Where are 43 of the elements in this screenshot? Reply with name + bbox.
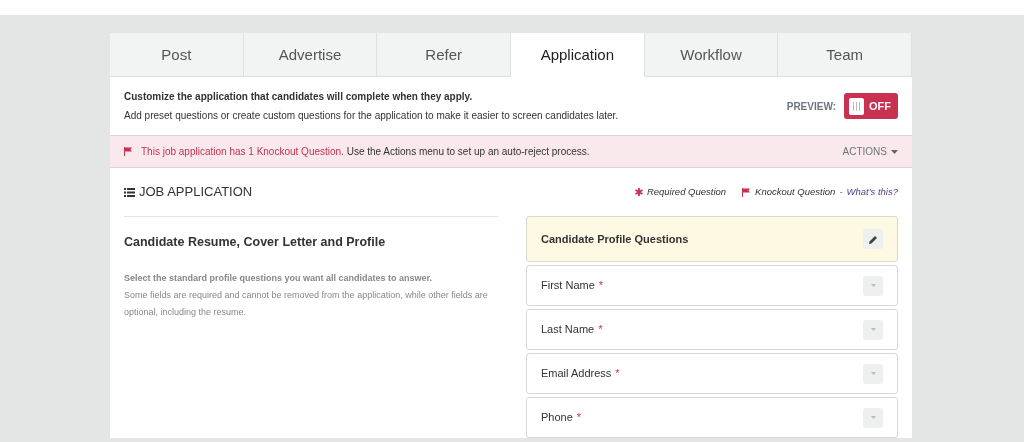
list-icon xyxy=(124,187,135,197)
dropdown-button[interactable] xyxy=(863,407,883,428)
caret-icon xyxy=(870,416,876,419)
preview-toggle[interactable]: OFF xyxy=(844,93,898,119)
question-row[interactable]: Phone * xyxy=(526,397,898,438)
intro-title: Customize the application that candidates will complete when they apply. xyxy=(124,90,474,104)
question-label: Phone * xyxy=(541,410,582,426)
tab[interactable]: Post xyxy=(110,33,244,77)
tab[interactable]: Team xyxy=(778,33,913,77)
preview-label: PREVIEW: xyxy=(786,99,836,114)
section-heading: Candidate Resume, Cover Letter and Profile xyxy=(124,234,387,251)
alert-message: This job application has 1 Knockout Question. Use the Actions menu to set up an auto-reject process. xyxy=(141,145,590,159)
caret-icon xyxy=(870,372,876,375)
legend-label: Required Question xyxy=(646,184,727,199)
legend-label: Knockout Question xyxy=(755,184,836,199)
actions-menu[interactable]: ACTIONS xyxy=(842,144,898,159)
question-row[interactable]: First Name * xyxy=(526,265,898,306)
caret-icon xyxy=(891,149,898,154)
intro-text: Add preset questions or create custom questions for the application to make it easier to screen candidates later. xyxy=(124,109,619,123)
dropdown-button[interactable] xyxy=(863,363,883,384)
dropdown-button[interactable] xyxy=(863,319,883,340)
caret-icon xyxy=(870,328,876,331)
question-label: Last Name * xyxy=(541,322,603,338)
dropdown-button[interactable] xyxy=(863,275,883,296)
question-label: First Name * xyxy=(541,278,604,294)
asterisk-icon xyxy=(634,188,643,196)
question-row[interactable]: Email Address * xyxy=(526,353,898,394)
flag-icon xyxy=(124,147,133,156)
flag-icon xyxy=(742,187,752,197)
instruction-text: Select the standard profile questions you want all candidates to answer. xyxy=(124,271,434,285)
help-text: Some fields are required and cannot be removed from the application, while other fields are optional, including the resume. xyxy=(124,288,489,319)
edit-button[interactable] xyxy=(863,229,883,249)
question-row[interactable]: Last Name * xyxy=(526,309,898,350)
help-link[interactable]: What's this? xyxy=(846,184,898,200)
card-title: Candidate Profile Questions xyxy=(541,231,689,247)
dash-separator: - xyxy=(839,184,843,199)
pencil-icon xyxy=(868,234,878,244)
question-label: Email Address * xyxy=(541,366,620,382)
tab[interactable]: Workflow xyxy=(644,33,779,77)
tab[interactable]: Advertise xyxy=(243,33,378,77)
tab[interactable]: Refer xyxy=(377,33,511,77)
caret-icon xyxy=(870,284,876,287)
section-title: JOB APPLICATION xyxy=(139,183,253,202)
